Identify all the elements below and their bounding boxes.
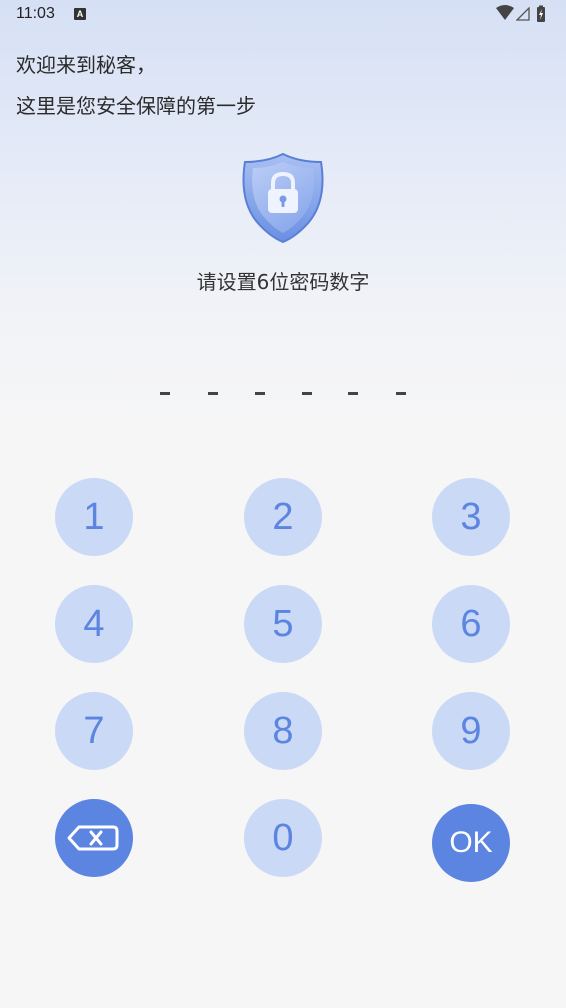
notification-a-icon: A [74, 8, 86, 20]
key-1[interactable]: 1 [55, 478, 133, 556]
key-2[interactable]: 2 [244, 478, 322, 556]
pin-slot [208, 392, 218, 395]
pin-slot [160, 392, 170, 395]
pin-slot [302, 392, 312, 395]
key-0[interactable]: 0 [244, 799, 322, 877]
pin-display [160, 392, 410, 396]
pin-slot [255, 392, 265, 395]
key-5[interactable]: 5 [244, 585, 322, 663]
backspace-button[interactable] [55, 799, 133, 877]
pin-slot [348, 392, 358, 395]
key-6[interactable]: 6 [432, 585, 510, 663]
status-time: 11:03 [16, 5, 55, 22]
signal-icon [516, 7, 530, 21]
backspace-icon [67, 825, 119, 851]
pin-slot [396, 392, 406, 395]
battery-icon [537, 5, 545, 22]
key-3[interactable]: 3 [432, 478, 510, 556]
status-icons [496, 5, 552, 23]
key-8[interactable]: 8 [244, 692, 322, 770]
key-9[interactable]: 9 [432, 692, 510, 770]
ok-button[interactable]: OK [432, 804, 510, 882]
status-bar: 11:03 A [0, 0, 566, 30]
wifi-icon [496, 5, 514, 20]
key-7[interactable]: 7 [55, 692, 133, 770]
greeting-line-1: 欢迎来到秘客， [16, 53, 156, 77]
greeting-line-2: 这里是您安全保障的第一步 [16, 94, 256, 118]
pin-prompt: 请设置6位密码数字 [196, 270, 370, 294]
shield-lock-icon [242, 152, 324, 244]
key-4[interactable]: 4 [55, 585, 133, 663]
